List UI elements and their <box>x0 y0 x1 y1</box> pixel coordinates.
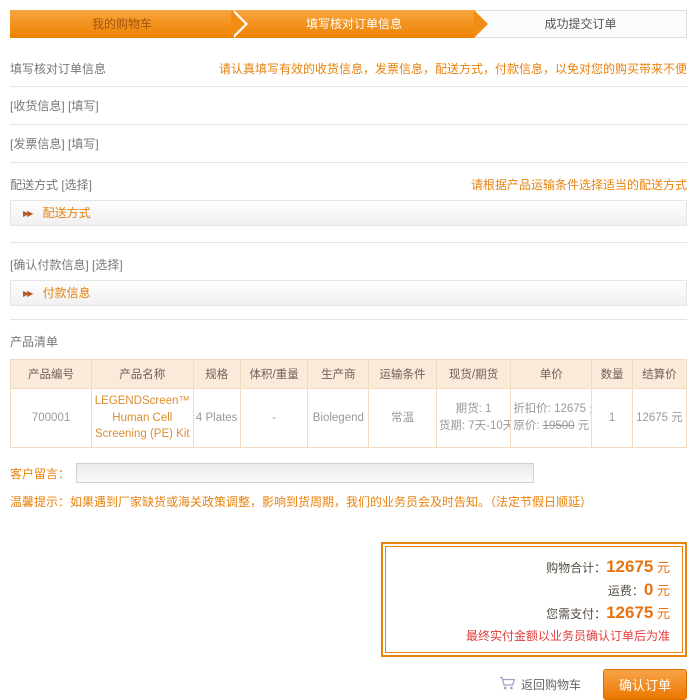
product-code-cell[interactable]: 700001 <box>11 389 92 448</box>
availability-cell: 期货: 1 货期: 7天-10天 <box>436 389 510 448</box>
column-header-spec: 规格 <box>193 360 240 389</box>
column-header-transport: 运输条件 <box>369 360 437 389</box>
summary-note: 最终实付金额以业务员确认订单后为准 <box>398 627 670 644</box>
summary-row-shipping: 运费：0 元 <box>398 580 670 600</box>
customer-message-row: 客户留言： <box>10 463 687 483</box>
original-price-value: 19500 <box>543 420 575 432</box>
progress-steps: 我的购物车 填写核对订单信息 成功提交订单 <box>10 10 687 38</box>
section-hint: 请认真填写有效的收货信息，发票信息，配送方式，付款信息，以免对您的购买带来不便 <box>219 60 687 77</box>
payment-info-bar[interactable]: ▶▶ 付款信息 <box>10 280 687 306</box>
volume-weight-cell: - <box>240 389 308 448</box>
summary-row-total: 购物合计：12675 元 <box>398 557 670 577</box>
delivery-section-label: 配送方式 [选择] <box>10 176 92 193</box>
customer-message-input[interactable] <box>76 463 534 483</box>
order-info-section-header: 填写核对订单信息 请认真填写有效的收货信息，发票信息，配送方式，付款信息，以免对… <box>10 38 687 87</box>
subtotal-cell: 12675 元 <box>632 389 686 448</box>
back-to-cart-link[interactable]: 返回购物车 <box>499 676 581 694</box>
back-to-cart-label: 返回购物车 <box>521 676 581 693</box>
column-header-volume-weight: 体积/重量 <box>240 360 308 389</box>
column-header-product-code: 产品编号 <box>11 360 92 389</box>
manufacturer-cell: Biolegend <box>308 389 369 448</box>
quantity-cell: 1 <box>592 389 633 448</box>
summary-row-payable: 您需支付：12675 元 <box>398 603 670 623</box>
product-table: 产品编号 产品名称 规格 体积/重量 生产商 运输条件 现货/期货 单价 数量 … <box>10 359 687 448</box>
progress-step-fill-order-info: 填写核对订单信息 <box>234 10 474 38</box>
double-arrow-icon: ▶▶ <box>23 289 31 298</box>
column-header-product-name: 产品名称 <box>92 360 193 389</box>
column-header-subtotal: 结算价 <box>632 360 686 389</box>
product-name-link[interactable]: LEGENDScreen™ Human Cell Screening (PE) … <box>95 395 190 440</box>
confirm-order-button[interactable]: 确认订单 <box>603 669 687 700</box>
table-header-row: 产品编号 产品名称 规格 体积/重量 生产商 运输条件 现货/期货 单价 数量 … <box>11 360 687 389</box>
payment-section-label: [确认付款信息] [选择] <box>10 256 123 273</box>
availability-type: 期货: 1 <box>439 401 508 418</box>
product-name-cell: LEGENDScreen™ Human Cell Screening (PE) … <box>92 389 193 448</box>
bottom-actions: 返回购物车 确认订单 <box>10 669 687 700</box>
column-header-unit-price: 单价 <box>511 360 592 389</box>
double-arrow-icon: ▶▶ <box>23 209 31 218</box>
order-summary-box: 购物合计：12675 元 运费：0 元 您需支付：12675 元 最终实付金额以… <box>381 542 687 657</box>
payment-bar-label: 付款信息 <box>43 286 91 300</box>
transport-cell: 常温 <box>369 389 437 448</box>
section-title: 填写核对订单信息 <box>10 60 106 77</box>
delivery-hint: 请根据产品运输条件选择适当的配送方式 <box>471 176 687 193</box>
delivery-section-row: 配送方式 [选择] 请根据产品运输条件选择适当的配送方式 <box>10 163 687 200</box>
discount-price: 折扣价: 12675 元 <box>513 401 589 418</box>
checkout-page: 我的购物车 填写核对订单信息 成功提交订单 填写核对订单信息 请认真填写有效的收… <box>0 0 697 700</box>
invoice-info-row[interactable]: [发票信息] [填写] <box>10 125 687 163</box>
customer-message-label: 客户留言： <box>10 465 70 482</box>
spec-cell: 4 Plates <box>193 389 240 448</box>
summary-value: 0 <box>644 580 653 599</box>
summary-wrap: 购物合计：12675 元 运费：0 元 您需支付：12675 元 最终实付金额以… <box>10 542 687 657</box>
unit-price-cell: 折扣价: 12675 元 原价: 19500 元 <box>511 389 592 448</box>
availability-leadtime: 货期: 7天-10天 <box>439 418 508 435</box>
summary-label: 运费： <box>608 584 644 598</box>
shipping-info-row[interactable]: [收货信息] [填写] <box>10 87 687 125</box>
summary-label: 购物合计： <box>546 561 606 575</box>
summary-label: 您需支付： <box>546 607 606 621</box>
progress-step-my-cart[interactable]: 我的购物车 <box>10 10 234 38</box>
product-list-title: 产品清单 <box>10 320 687 359</box>
payment-section-row: [确认付款信息] [选择] <box>10 243 687 280</box>
progress-step-order-submitted: 成功提交订单 <box>474 10 687 38</box>
delivery-bar-label: 配送方式 <box>43 206 91 220</box>
product-row: 700001 LEGENDScreen™ Human Cell Screenin… <box>11 389 687 448</box>
cart-icon <box>499 676 516 694</box>
delivery-method-bar[interactable]: ▶▶ 配送方式 <box>10 200 687 226</box>
column-header-availability: 现货/期货 <box>436 360 510 389</box>
column-header-quantity: 数量 <box>592 360 633 389</box>
summary-value: 12675 <box>606 557 653 576</box>
original-price: 原价: 19500 元 <box>513 418 589 435</box>
column-header-manufacturer: 生产商 <box>308 360 369 389</box>
notice-text: 温馨提示：如果遇到厂家缺货或海关政策调整，影响到货周期，我们的业务员会及时告知。… <box>10 493 687 510</box>
summary-value: 12675 <box>606 603 653 622</box>
